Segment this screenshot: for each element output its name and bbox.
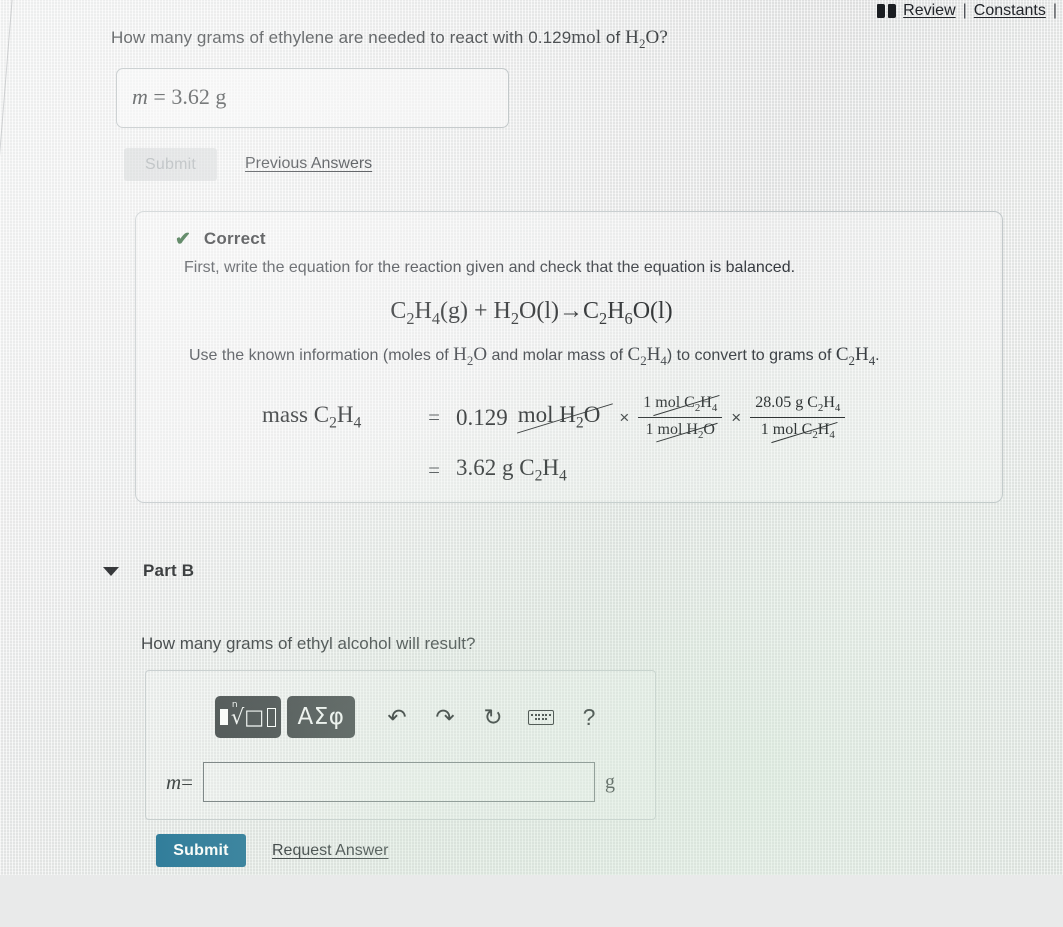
feedback-line-2-end: . [875, 347, 880, 364]
calculation-given-value: 0.129 [456, 404, 508, 430]
calculation-factor-2-denominator: 1 mol C2H4 [760, 421, 835, 442]
correct-status-label: Correct [203, 229, 266, 248]
request-answer-link[interactable]: Request Answer [272, 842, 389, 860]
calculation-factor-2-numerator: 28.05 g C2H4 [750, 392, 846, 419]
part-b-label: Part B [143, 561, 195, 580]
reaction-reactant-2: H2O(l) [493, 298, 560, 328]
part-a-answer-unit: g [215, 84, 227, 109]
book-icon [877, 4, 897, 18]
constants-link[interactable]: Constants [974, 2, 1046, 20]
calculation-result: 3.62 g C2H4 [456, 455, 567, 485]
calculation-factor-2: 28.05 g C2H4 1 mol C2H4 [750, 392, 846, 443]
caret-down-icon[interactable] [103, 566, 119, 576]
review-link[interactable]: Review [903, 2, 955, 20]
math-toolbar: n √□ ΑΣφ ↶ ↷ ↻ ? [215, 696, 613, 738]
part-b-answer-label: m= [166, 769, 194, 794]
help-icon[interactable]: ? [565, 696, 613, 738]
part-a-answer-equals: = [153, 84, 166, 109]
feedback-line-2-part-1: Use the known information (moles of [189, 347, 454, 364]
part-b-answer-input[interactable] [203, 762, 596, 802]
part-a-question-amount: 0.129 [528, 28, 572, 47]
mastering-chemistry-page: Review | Constants | How many grams of e… [0, 0, 1063, 875]
part-b-header[interactable]: Part B [103, 561, 194, 581]
feedback-line-2-h2o: H2O [453, 344, 488, 368]
calculation-row-1: mass C2H4 = 0.129 mol H2O × 1 mol C2H4 1… [262, 392, 846, 443]
reaction-product: C2H6O(l) [583, 298, 673, 328]
filled-square-icon [220, 709, 228, 725]
part-a-question-unit: mol [571, 27, 602, 48]
reaction-plus: + [473, 298, 488, 324]
part-a-question: How many grams of ethylene are needed to… [111, 27, 668, 52]
topbar-separator-2: | [1052, 2, 1057, 19]
part-a-answer-text: m = 3.62 g [132, 84, 226, 110]
part-a-question-formula: H2O? [625, 27, 668, 51]
keyboard-icon[interactable] [517, 696, 565, 738]
part-a-answer-variable: m [132, 84, 148, 109]
calculation-row-2: = 3.62 g C2H4 [262, 455, 845, 486]
part-b-answer-unit: g [605, 770, 616, 793]
empty-box-icon [267, 707, 276, 727]
part-b-submit-button[interactable]: Submit [156, 834, 246, 867]
correct-status: ✔ Correct [175, 229, 266, 249]
calculation-equals: = [428, 405, 440, 430]
part-a-answer-value: 3.62 [171, 84, 210, 109]
greek-symbols-button[interactable]: ΑΣφ [287, 696, 355, 738]
undo-icon[interactable]: ↶ [373, 696, 421, 738]
feedback-line-2-part-3: ) to convert to grams of [666, 347, 836, 364]
reaction-arrow: → [559, 298, 584, 324]
reaction-equation: C2H4(g) + H2O(l)→C2H6O(l) [0, 298, 1063, 329]
feedback-line-2: Use the known information (moles of H2O … [189, 344, 880, 369]
redo-icon[interactable]: ↷ [421, 696, 469, 738]
feedback-line-1: First, write the equation for the reacti… [184, 259, 796, 276]
dimensional-analysis: mass C2H4 = 0.129 mol H2O × 1 mol C2H4 1… [262, 392, 846, 486]
reaction-reactant-1: C2H4(g) [390, 298, 468, 328]
topbar: Review | Constants | [877, 2, 1057, 20]
part-a-question-prefix: How many grams of ethylene are needed to… [111, 28, 529, 47]
feedback-line-2-c2h4-b: C2H4 [835, 344, 876, 368]
feedback-line-2-part-2: and molar mass of [487, 347, 628, 364]
part-a-question-of: of [601, 28, 626, 47]
calculation-factor-1: 1 mol C2H4 1 mol H2O [638, 392, 723, 443]
reset-icon[interactable]: ↻ [469, 696, 517, 738]
part-b-answer-row: m= g [166, 762, 615, 802]
calculation-lhs: mass C2H4 [262, 402, 362, 432]
previous-answers-link[interactable]: Previous Answers [245, 155, 372, 173]
check-icon: ✔ [175, 228, 191, 250]
part-b-question: How many grams of ethyl alcohol will res… [141, 634, 476, 653]
calculation-times-2: × [731, 407, 742, 427]
calculation-factor-1-numerator: 1 mol C2H4 [638, 392, 723, 419]
topbar-separator-1: | [962, 2, 967, 19]
calculation-given-unit: mol H2O [518, 402, 611, 433]
template-sqrt-button[interactable]: n √□ [215, 696, 281, 738]
calculation-result-equals: = [428, 458, 440, 483]
calculation-factor-1-denominator: 1 mol H2O [645, 421, 715, 442]
nth-root-icon: n √□ [230, 699, 265, 729]
part-a-submit-button: Submit [124, 148, 217, 181]
feedback-line-2-c2h4: C2H4 [627, 344, 667, 368]
calculation-times-1: × [619, 407, 630, 427]
